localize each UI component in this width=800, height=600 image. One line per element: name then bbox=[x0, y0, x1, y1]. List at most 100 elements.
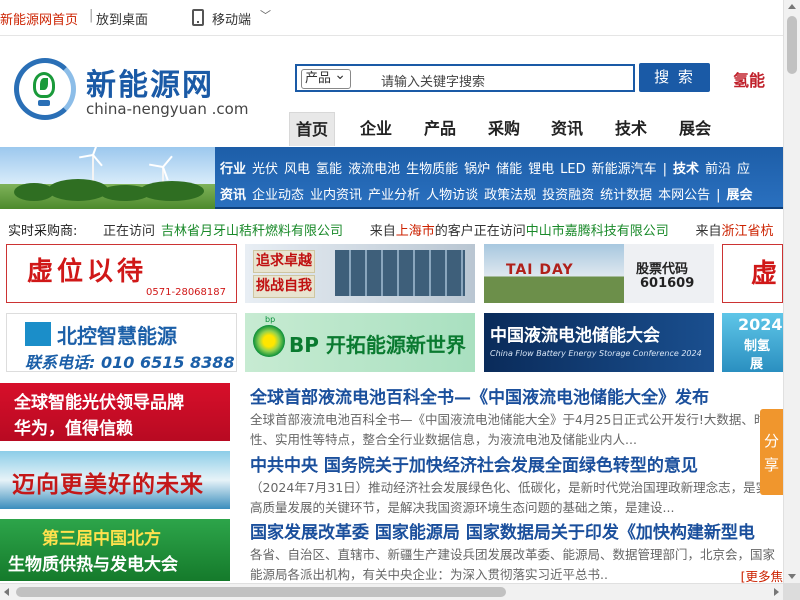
banner-link[interactable]: 展会 bbox=[727, 188, 753, 203]
ad-better-future[interactable]: 迈向更美好的未来 bbox=[0, 451, 230, 509]
ad-beikong-phone: 联系电话: 010 6515 8388 bbox=[25, 353, 235, 372]
banner-link[interactable]: 生物质能 bbox=[406, 162, 458, 177]
ad-vacant-2[interactable]: 虚 bbox=[722, 244, 783, 303]
hydrogen-link[interactable]: 氢能 bbox=[733, 67, 765, 91]
mobile-link[interactable]: 移动端 bbox=[212, 9, 251, 28]
banner-link[interactable]: 前沿 bbox=[705, 162, 731, 177]
ad-huawei-line1: 全球智能光伏领导品牌 bbox=[14, 393, 184, 413]
stock-label: 股票代码 bbox=[636, 262, 689, 277]
home-link[interactable]: 新能源网首页 bbox=[0, 9, 78, 28]
ad-biomass-line2: 生物质供热与发电大会 bbox=[8, 555, 178, 575]
ad-huawei-line2: 华为，值得信赖 bbox=[14, 419, 133, 439]
banner-link[interactable]: 统计数据 bbox=[600, 188, 652, 203]
ad-vacant-phone: 0571-28068187 bbox=[146, 287, 226, 298]
search-category-select[interactable]: 产品 bbox=[301, 66, 351, 89]
banner-link[interactable]: 风电 bbox=[284, 162, 310, 177]
banner-link[interactable]: 投资融资 bbox=[542, 188, 594, 203]
banner-row-news: 资讯 企业动态 业内资讯 产业分析 人物访谈 政策法规 投资融资 统计数据 本网公告 | 展会 bbox=[220, 184, 759, 203]
nav-news[interactable]: 资讯 bbox=[544, 112, 590, 146]
banner-head-news[interactable]: 资讯 bbox=[220, 188, 246, 203]
nav-technology[interactable]: 技术 bbox=[608, 112, 654, 146]
buyer-ticker: 实时采购商: 正在访问 吉林省月牙山秸秆燃料有限公司 来自上海市的客户正在访问中山… bbox=[0, 216, 783, 240]
banner-link[interactable]: 企业动态 bbox=[252, 188, 304, 203]
chevron-down-icon[interactable]: ﹀ bbox=[260, 7, 271, 23]
banner-link[interactable]: 光伏 bbox=[252, 162, 278, 177]
ticker-company-link[interactable]: 中山市嘉腾科技有限公司 bbox=[526, 224, 669, 239]
banner-link[interactable]: 液流电池 bbox=[348, 162, 400, 177]
search-box: 产品 请输入关键字搜索 bbox=[295, 64, 635, 92]
topbar-separator: | bbox=[89, 8, 94, 23]
scroll-down-arrow-icon[interactable] bbox=[788, 574, 796, 579]
banner-link[interactable]: 新能源汽车 bbox=[592, 162, 657, 177]
ticker-text: 来自 bbox=[369, 224, 396, 239]
banner-link[interactable]: 储能 bbox=[496, 162, 522, 177]
news-item: 全球首部液流电池百科全书—《中国液流电池储能大全》发布 全球首部液流电池百科全书… bbox=[250, 386, 783, 450]
banner-link[interactable]: 锂电 bbox=[528, 162, 554, 177]
ad-conference-subtitle: China Flow Battery Energy Storage Confer… bbox=[490, 349, 702, 358]
site-logo[interactable]: 新能源网 china-nengyuan .com bbox=[14, 58, 254, 122]
beikong-logo-icon bbox=[25, 322, 51, 346]
share-tab[interactable]: 分享 bbox=[760, 409, 783, 495]
banner-link[interactable]: 锅炉 bbox=[464, 162, 490, 177]
ticker-company-link[interactable]: 吉林省月牙山秸秆燃料有限公司 bbox=[161, 224, 343, 239]
ad-vacant[interactable]: 虚位以待 0571-28068187 bbox=[6, 244, 237, 303]
ad-beikong[interactable]: 北控智慧能源 联系电话: 010 6515 8388 bbox=[6, 313, 237, 372]
ad-slogan-1: 追求卓越 bbox=[253, 250, 315, 273]
logo-chinese-name: 新能源网 bbox=[86, 68, 214, 103]
ad-better-future-text: 迈向更美好的未来 bbox=[12, 472, 204, 498]
news-summary: 各省、自治区、直辖市、新疆生产建设兵团发展改革委、能源局、数据管理部门，北京会，… bbox=[250, 547, 776, 582]
stock-code: 601609 bbox=[640, 276, 695, 291]
bp-logo-text: bp bbox=[265, 315, 276, 324]
news-item: 国家发展改革委 国家能源局 国家数据局关于印发《加快构建新型电 各省、自治区、直… bbox=[250, 521, 783, 585]
news-summary: 全球首部液流电池百科全书—《中国液流电池储能大全》于4月25日正式公开发行!大数… bbox=[250, 412, 779, 447]
banner-link[interactable]: LED bbox=[560, 162, 585, 177]
banner-link[interactable]: 业内资讯 bbox=[310, 188, 362, 203]
ad-flow-battery-conference[interactable]: 中国液流电池储能大会 China Flow Battery Energy Sto… bbox=[484, 313, 714, 372]
vertical-scroll-thumb[interactable] bbox=[787, 16, 797, 74]
scroll-right-arrow-icon[interactable] bbox=[774, 588, 779, 596]
horizontal-scrollbar[interactable] bbox=[0, 583, 783, 600]
vertical-scrollbar[interactable] bbox=[783, 0, 800, 583]
top-bar: 新能源网首页 | 放到桌面 移动端 ﹀ bbox=[0, 0, 783, 36]
banner-link[interactable]: 应 bbox=[737, 162, 750, 177]
nav-products[interactable]: 产品 bbox=[417, 112, 463, 146]
banner-link[interactable]: 政策法规 bbox=[484, 188, 536, 203]
ad-huawei[interactable]: 全球智能光伏领导品牌 华为，值得信赖 bbox=[0, 383, 230, 441]
search-button[interactable]: 搜 索 bbox=[639, 63, 710, 92]
nav-exhibition[interactable]: 展会 bbox=[672, 112, 718, 146]
mobile-phone-icon bbox=[192, 9, 204, 26]
banner-link[interactable]: 氢能 bbox=[316, 162, 342, 177]
news-title-link[interactable]: 中共中央 国务院关于加快经济社会发展全面绿色转型的意见 bbox=[250, 454, 783, 478]
control-room-image bbox=[335, 250, 465, 296]
nav-enterprise[interactable]: 企业 bbox=[353, 112, 399, 146]
ad-biomass-line1: 第三届中国北方 bbox=[42, 529, 161, 549]
logo-domain: china-nengyuan .com bbox=[86, 100, 249, 118]
add-to-desktop-link[interactable]: 放到桌面 bbox=[96, 9, 148, 28]
news-title-link[interactable]: 国家发展改革委 国家能源局 国家数据局关于印发《加快构建新型电 bbox=[250, 521, 783, 545]
horizontal-scroll-thumb[interactable] bbox=[16, 587, 506, 597]
ticker-label: 实时采购商: bbox=[8, 224, 78, 239]
banner-link[interactable]: 本网公告 bbox=[658, 188, 710, 203]
ticker-text: 正在访问 bbox=[103, 224, 156, 239]
news-item: 中共中央 国务院关于加快经济社会发展全面绿色转型的意见 （2024年7月31日）… bbox=[250, 454, 783, 518]
ad-vacant-text: 虚位以待 bbox=[27, 257, 148, 287]
banner-link[interactable]: 技术 bbox=[673, 162, 699, 177]
banner-head-industry[interactable]: 行业 bbox=[220, 162, 246, 177]
banner-link[interactable]: 人物访谈 bbox=[426, 188, 478, 203]
nav-purchase[interactable]: 采购 bbox=[481, 112, 527, 146]
search-input[interactable]: 请输入关键字搜索 bbox=[381, 71, 485, 90]
news-title-link[interactable]: 全球首部液流电池百科全书—《中国液流电池储能大全》发布 bbox=[250, 386, 783, 410]
scroll-left-arrow-icon[interactable] bbox=[4, 588, 9, 596]
ad-expo-year: 2024 bbox=[738, 315, 783, 334]
ad-bp[interactable]: bp BP 开拓能源新世界 bbox=[245, 313, 475, 372]
banner-link[interactable]: 产业分析 bbox=[368, 188, 420, 203]
ad-biomass-conference[interactable]: 第三届中国北方 生物质供热与发电大会 bbox=[0, 519, 230, 581]
ad-hydrogen-expo[interactable]: 2024 制氢 展 bbox=[722, 313, 783, 372]
company-sign-text: TAI DAY bbox=[506, 262, 574, 278]
ad-control-room[interactable]: 追求卓越 挑战自我 bbox=[245, 244, 475, 303]
news-summary: （2024年7月31日）推动经济社会发展绿色化、低碳化，是新时代党治国理政新理念… bbox=[250, 480, 781, 515]
scroll-up-arrow-icon[interactable] bbox=[788, 4, 796, 9]
bp-helios-icon bbox=[253, 325, 285, 357]
ad-stock[interactable]: TAI DAY 股票代码 601609 bbox=[484, 244, 714, 303]
nav-home[interactable]: 首页 bbox=[289, 112, 335, 146]
